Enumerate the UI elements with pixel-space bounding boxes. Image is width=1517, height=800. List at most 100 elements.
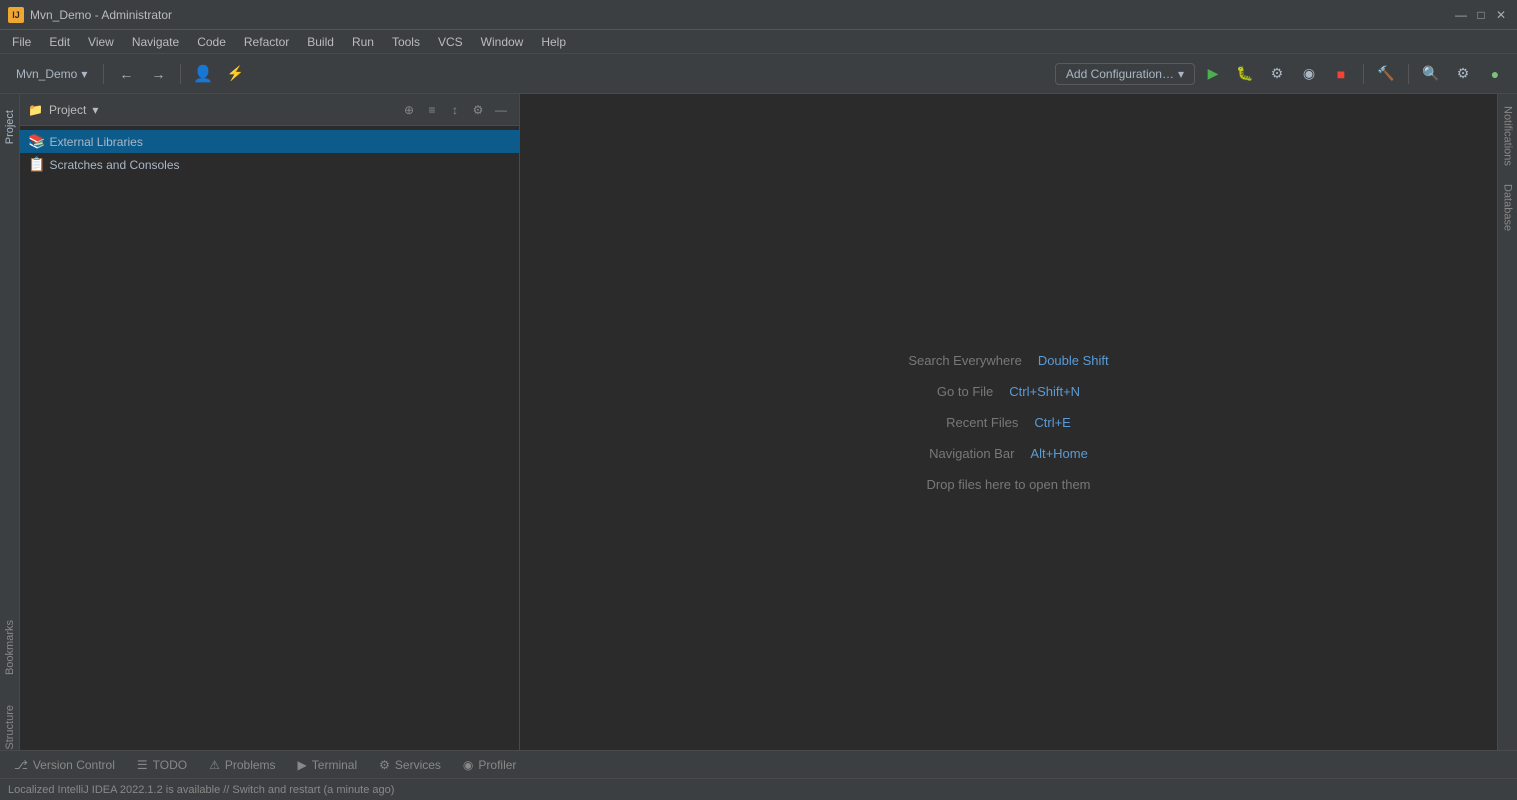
editor-area: Search Everywhere Double Shift Go to File C… [520, 94, 1497, 750]
run-with-coverage-button[interactable]: ⚙ [1263, 60, 1291, 88]
tree-item[interactable]: 📚 External Libraries [20, 130, 519, 153]
bottom-tab-todo[interactable]: ☰ TODO [127, 752, 197, 778]
minimize-button[interactable]: — [1453, 7, 1469, 23]
window-controls: — □ ✕ [1453, 7, 1509, 23]
tab-icon: ⚠ [209, 758, 220, 772]
tab-label: Profiler [478, 758, 516, 772]
tab-icon: ⚙ [379, 758, 390, 772]
title-text: Mvn_Demo - Administrator [30, 8, 172, 22]
stop-button[interactable]: ■ [1327, 60, 1355, 88]
editor-hint: Recent FilesCtrl+E [946, 415, 1071, 430]
menu-item-vcs[interactable]: VCS [430, 33, 471, 51]
bottom-tabs: ⎇ Version Control ☰ TODO ⚠Problems ▶ Terminal ⚙… [0, 750, 1517, 778]
collapse-all-button[interactable]: ⊕ [399, 100, 419, 120]
tree-item-icon: 📋 [28, 156, 45, 173]
maximize-button[interactable]: □ [1473, 7, 1489, 23]
bottom-tab-services[interactable]: ⚙ Services [369, 752, 451, 778]
hint-text: Go to File [937, 384, 993, 399]
menu-item-refactor[interactable]: Refactor [236, 33, 297, 51]
sidebar-item-database[interactable]: Database [1499, 176, 1517, 239]
tab-icon: ▶ [298, 758, 307, 772]
tree-item[interactable]: 📋 Scratches and Consoles [20, 153, 519, 176]
toolbar-separator-1 [103, 64, 104, 84]
menu-item-file[interactable]: File [4, 33, 39, 51]
project-dropdown[interactable]: Mvn_Demo ▾ [8, 63, 95, 85]
close-button[interactable]: ✕ [1493, 7, 1509, 23]
menu-item-tools[interactable]: Tools [384, 33, 428, 51]
hint-shortcut: Double Shift [1038, 353, 1109, 368]
sidebar-item-notifications[interactable]: Notifications [1499, 98, 1517, 174]
hint-shortcut: Ctrl+E [1034, 415, 1070, 430]
project-panel-title: 📁 Project ▾ [28, 103, 98, 117]
tab-icon: ☰ [137, 758, 148, 772]
project-panel-header: 📁 Project ▾ ⊕ ≡ ↕ ⚙ — [20, 94, 519, 126]
profile-button[interactable]: ◉ [1295, 60, 1323, 88]
search-button[interactable]: 🔍 [1417, 60, 1445, 88]
menu-item-build[interactable]: Build [299, 33, 342, 51]
project-name-label: Mvn_Demo [16, 67, 77, 81]
tab-icon: ⎇ [14, 758, 28, 772]
status-text: Localized IntelliJ IDEA 2022.1.2 is avai… [8, 784, 394, 796]
project-label: Project [49, 103, 86, 117]
title-left: IJ Mvn_Demo - Administrator [8, 7, 172, 23]
sidebar-item-bookmarks[interactable]: Bookmarks [4, 620, 16, 675]
search-everywhere-icon[interactable]: 👤 [189, 60, 217, 88]
git-icon[interactable]: ⚡ [221, 60, 249, 88]
hint-shortcut: Alt+Home [1030, 446, 1087, 461]
editor-hint: Navigation Bar Alt+Home [929, 446, 1088, 461]
folder-icon: 📁 [28, 103, 43, 117]
right-sidebar: Notifications Database [1497, 94, 1517, 750]
tab-icon: ◉ [463, 758, 473, 772]
tree-item-label: Scratches and Consoles [49, 158, 179, 172]
debug-button[interactable]: 🐛 [1231, 60, 1259, 88]
run-button[interactable]: ▶ [1199, 60, 1227, 88]
toolbar: Mvn_Demo ▾ ← → 👤 ⚡ Add Configuration… ▾ … [0, 54, 1517, 94]
tree-item-label: External Libraries [49, 135, 142, 149]
status-bar: Localized IntelliJ IDEA 2022.1.2 is avai… [0, 778, 1517, 800]
tab-label: Terminal [312, 758, 357, 772]
menu-item-window[interactable]: Window [473, 33, 532, 51]
menu-item-code[interactable]: Code [189, 33, 234, 51]
show-options-button[interactable]: ≡ [422, 100, 442, 120]
chevron-down-icon: ▾ [81, 67, 87, 81]
bottom-tab-terminal[interactable]: ▶ Terminal [288, 752, 368, 778]
menu-item-view[interactable]: View [80, 33, 122, 51]
update-button[interactable]: ● [1481, 60, 1509, 88]
hint-text: Drop files here to open them [926, 477, 1090, 492]
bottom-tab-problems[interactable]: ⚠Problems [199, 752, 285, 778]
editor-hint: Search Everywhere Double Shift [908, 353, 1108, 368]
sort-button[interactable]: ↕ [445, 100, 465, 120]
toolbar-separator-2 [180, 64, 181, 84]
app-icon: IJ [8, 7, 24, 23]
nav-forward-button[interactable]: → [144, 60, 172, 88]
menu-item-navigate[interactable]: Navigate [124, 33, 187, 51]
settings-button[interactable]: ⚙ [1449, 60, 1477, 88]
hint-shortcut: Ctrl+Shift+N [1009, 384, 1080, 399]
menu-item-help[interactable]: Help [533, 33, 574, 51]
tab-label: Version Control [33, 758, 115, 772]
nav-back-button[interactable]: ← [112, 60, 140, 88]
menu-item-run[interactable]: Run [344, 33, 382, 51]
editor-hint: Drop files here to open them [926, 477, 1090, 492]
hint-text: Search Everywhere [908, 353, 1021, 368]
hide-panel-button[interactable]: — [491, 100, 511, 120]
menu-item-edit[interactable]: Edit [41, 33, 78, 51]
hint-text: Navigation Bar [929, 446, 1014, 461]
tree-item-icon: 📚 [28, 133, 45, 150]
add-configuration-button[interactable]: Add Configuration… ▾ [1055, 63, 1195, 85]
left-side-bottom: Bookmarks Structure [0, 620, 20, 750]
sidebar-item-project[interactable]: Project [1, 102, 19, 152]
chevron-icon: ▾ [1178, 67, 1184, 81]
toolbar-separator-4 [1408, 64, 1409, 84]
bottom-tab-version-control[interactable]: ⎇ Version Control [4, 752, 125, 778]
settings-panel-button[interactable]: ⚙ [468, 100, 488, 120]
tab-label: Services [395, 758, 441, 772]
build-button[interactable]: 🔨 [1372, 60, 1400, 88]
sidebar-item-structure[interactable]: Structure [4, 705, 16, 750]
dropdown-arrow[interactable]: ▾ [92, 103, 98, 117]
project-tree: 📚 External Libraries 📋 Scratches and Consol… [20, 126, 519, 750]
project-panel-actions: ⊕ ≡ ↕ ⚙ — [399, 100, 511, 120]
bottom-tab-profiler[interactable]: ◉ Profiler [453, 752, 527, 778]
tab-label: TODO [153, 758, 187, 772]
toolbar-separator-3 [1363, 64, 1364, 84]
